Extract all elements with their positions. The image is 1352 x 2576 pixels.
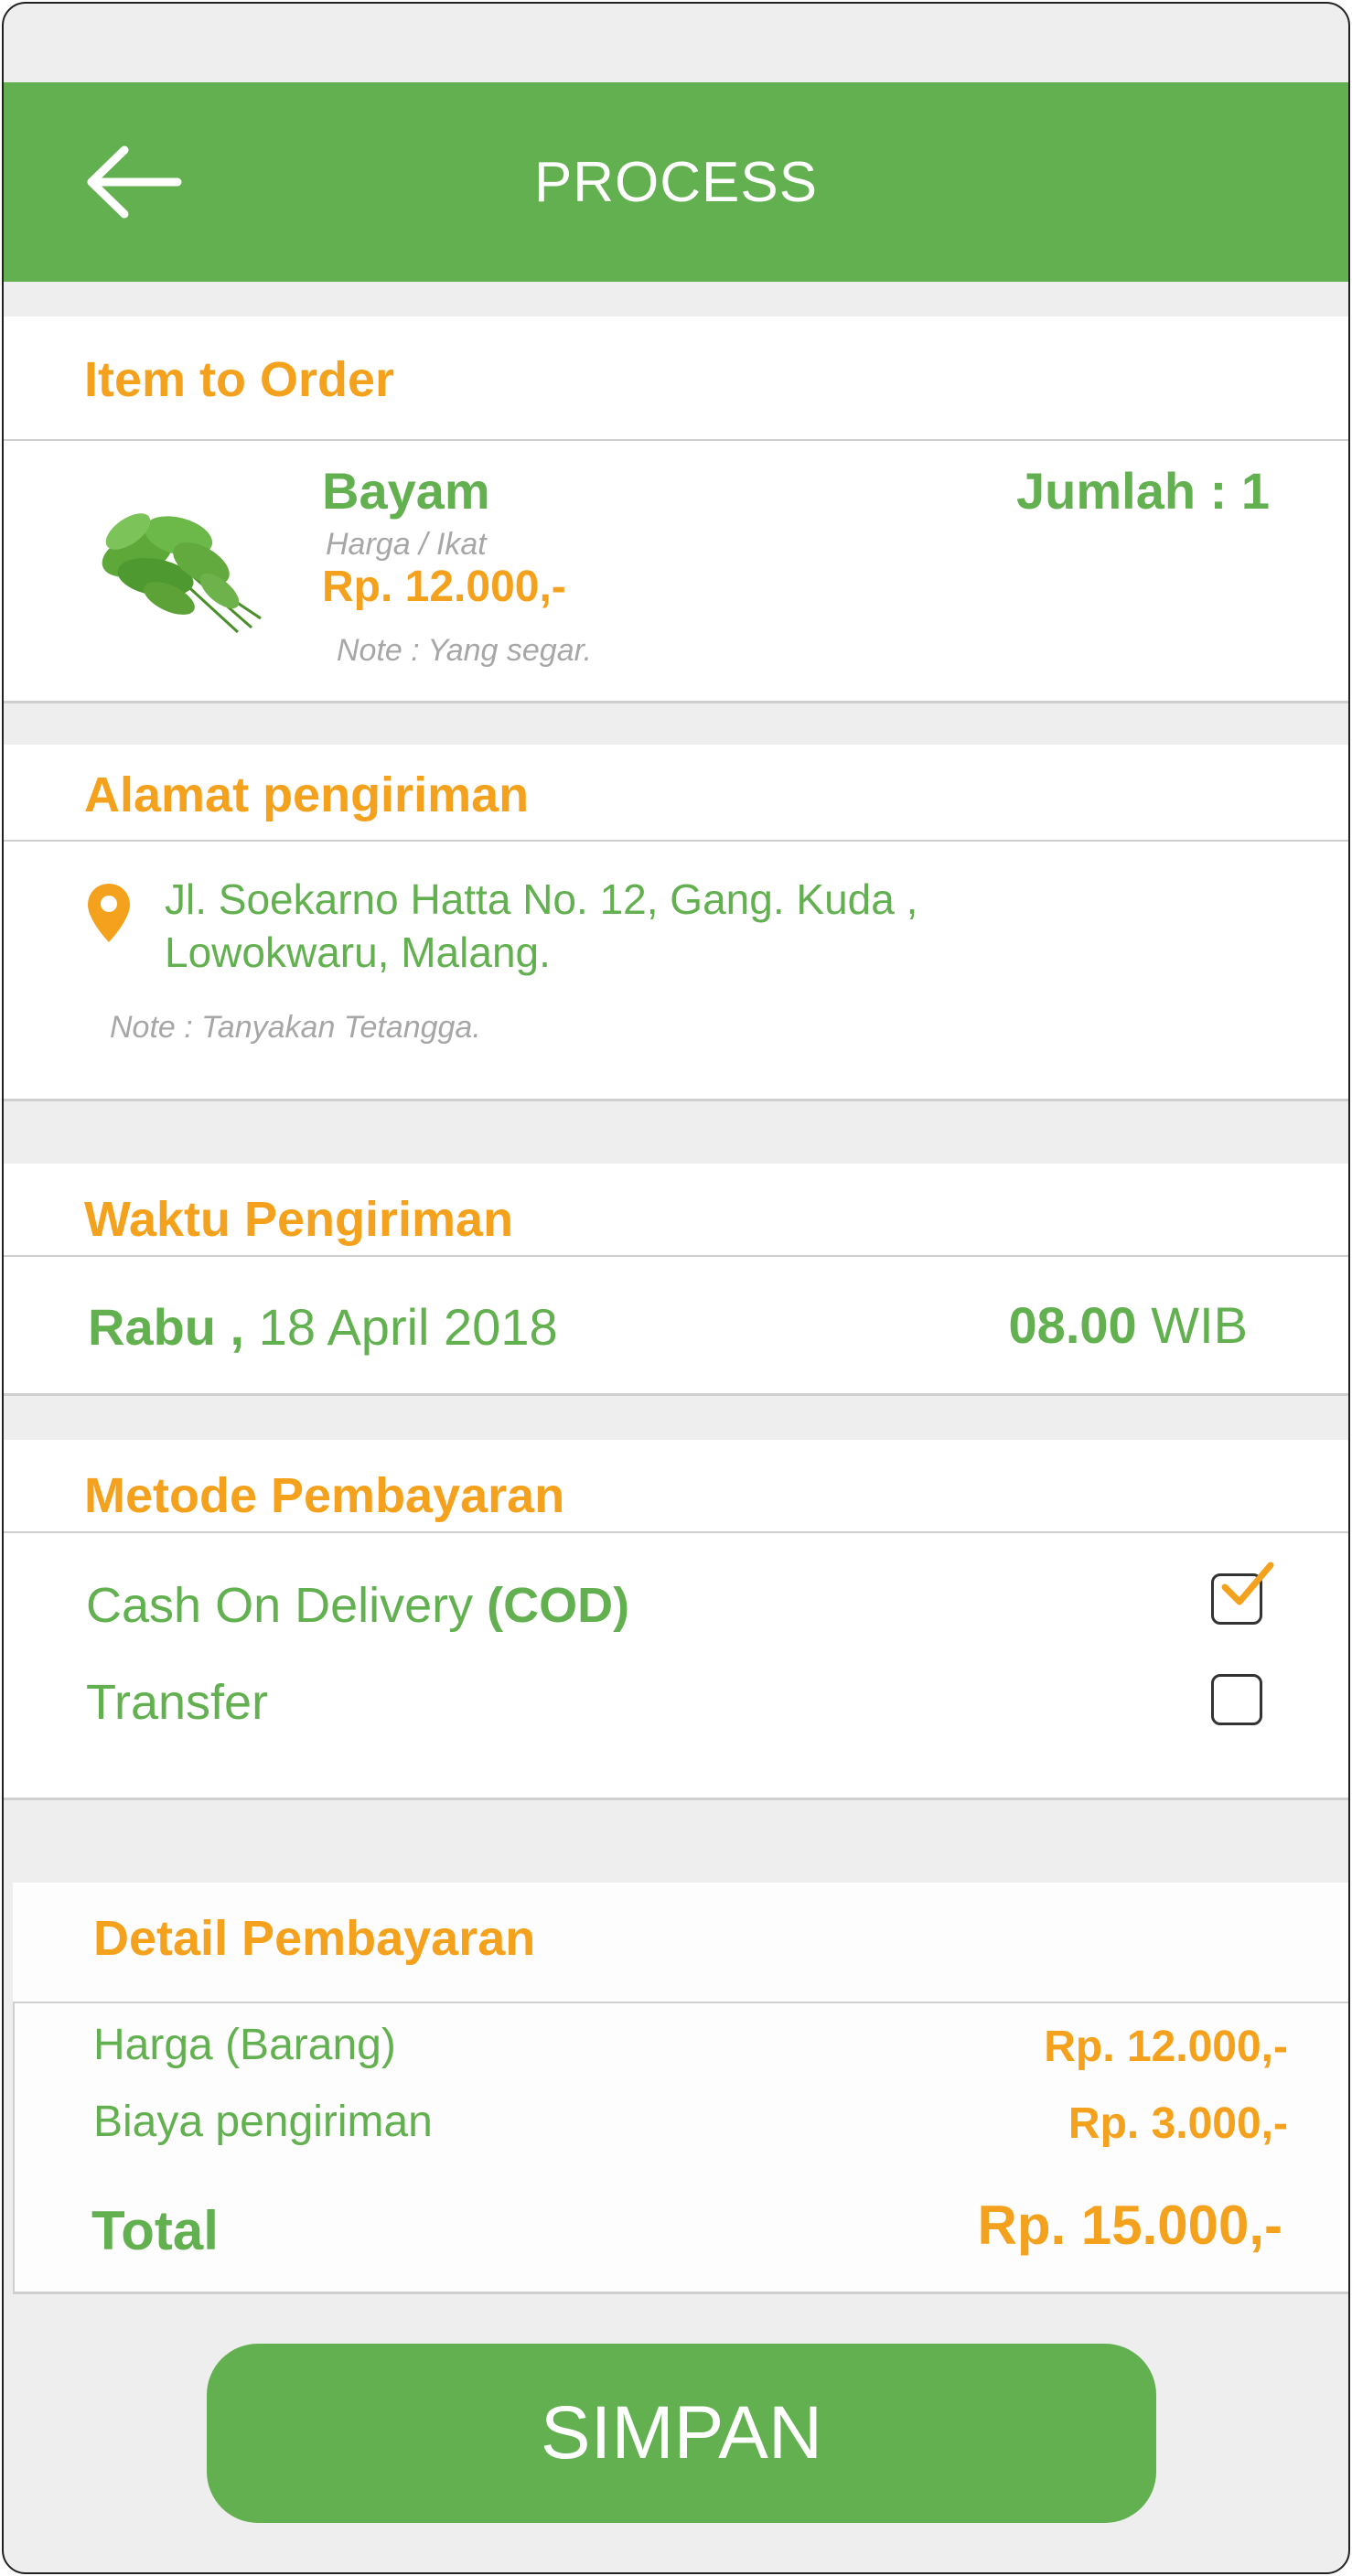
transfer-checkbox[interactable] — [1211, 1674, 1262, 1725]
delivery-time-card: Waktu Pengiriman Rabu , 18 April 2018 08… — [4, 1164, 1348, 1396]
payment-option-label: Cash On Delivery — [86, 1578, 474, 1633]
cod-checkbox[interactable] — [1211, 1562, 1274, 1625]
divider — [13, 2002, 1348, 2003]
item-name: Bayam — [322, 462, 490, 520]
address-card: Alamat pengiriman Jl. Soekarno Hatta No.… — [4, 745, 1348, 1101]
divider — [13, 2292, 1348, 2294]
total-value: Rp. 15.000,- — [977, 2195, 1283, 2256]
address-line-2: Lowokwaru, Malang. — [165, 928, 551, 976]
delivery-hour: 08.00 WIB — [1009, 1295, 1248, 1355]
delivery-date: Rabu , 18 April 2018 — [88, 1297, 558, 1357]
divider — [4, 701, 1348, 703]
payment-detail-title: Detail Pembayaran — [93, 1911, 536, 1966]
item-note: Note : Yang segar. — [337, 633, 593, 668]
payment-method-title: Metode Pembayaran — [84, 1468, 565, 1523]
divider — [4, 1393, 1348, 1396]
divider — [4, 1798, 1348, 1800]
detail-row-label: Biaya pengiriman — [93, 2098, 433, 2146]
payment-option-label: Transfer — [86, 1675, 269, 1730]
item-card: Item to Order Bayam Harga / Ikat Rp. 12.… — [4, 317, 1348, 703]
detail-row-value: Rp. 12.000,- — [1044, 2023, 1288, 2071]
payment-method-card: Metode Pembayaran Cash On Delivery (COD)… — [4, 1440, 1348, 1800]
item-section-title: Item to Order — [84, 352, 395, 407]
app-header: PROCESS — [4, 82, 1348, 282]
divider — [4, 1531, 1348, 1533]
divider — [4, 840, 1348, 842]
divider — [4, 439, 1348, 441]
detail-row-label: Harga (Barang) — [93, 2021, 396, 2069]
page-title: PROCESS — [533, 151, 819, 214]
item-price: Rp. 12.000,- — [322, 563, 566, 611]
checkmark-icon — [1221, 1562, 1274, 1605]
delivery-time-title: Waktu Pengiriman — [84, 1192, 514, 1247]
delivery-time-zone: WIB — [1151, 1296, 1248, 1354]
payment-option-cod[interactable]: Cash On Delivery (COD) — [86, 1577, 629, 1634]
spinach-image — [91, 490, 274, 637]
item-quantity: Jumlah : 1 — [1016, 462, 1270, 520]
divider — [4, 1099, 1348, 1101]
delivery-date-text: 18 April 2018 — [258, 1298, 558, 1356]
address-line-1: Jl. Soekarno Hatta No. 12, Gang. Kuda , — [165, 875, 918, 923]
address-note: Note : Tanyakan Tetangga. — [110, 1010, 481, 1045]
detail-row-value: Rp. 3.000,- — [1068, 2099, 1288, 2148]
payment-option-transfer[interactable]: Transfer — [86, 1674, 268, 1731]
total-label: Total — [91, 2200, 219, 2261]
phone-frame: PROCESS Item to Order Bayam Harga / Ikat… — [2, 2, 1350, 2574]
item-unit: Harga / Ikat — [326, 527, 487, 562]
payment-detail-card: Detail Pembayaran Harga (Barang) Rp. 12.… — [13, 1883, 1348, 2294]
address-section-title: Alamat pengiriman — [84, 767, 530, 822]
divider — [4, 1255, 1348, 1257]
delivery-day: Rabu , — [88, 1298, 245, 1356]
detail-border-left — [13, 2002, 15, 2294]
payment-option-label-bold: (COD) — [487, 1578, 630, 1633]
location-pin-icon — [88, 884, 130, 942]
save-button[interactable]: SIMPAN — [207, 2344, 1156, 2523]
delivery-time-value: 08.00 — [1008, 1296, 1137, 1354]
